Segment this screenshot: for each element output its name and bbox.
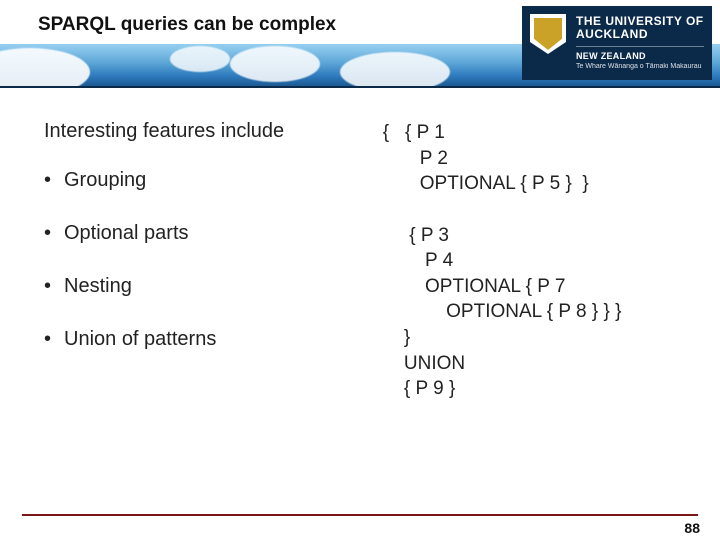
university-logo: THE UNIVERSITY OFAUCKLAND NEW ZEALAND Te… bbox=[522, 6, 712, 80]
list-item: Optional parts bbox=[44, 222, 367, 245]
slide: SPARQL queries can be complex THE UNIVER… bbox=[0, 0, 720, 540]
page-number: 88 bbox=[684, 520, 700, 536]
cloud-decoration bbox=[170, 46, 230, 72]
list-item: Union of patterns bbox=[44, 328, 367, 351]
header: SPARQL queries can be complex THE UNIVER… bbox=[0, 0, 720, 86]
feature-list: Grouping Optional parts Nesting Union of… bbox=[44, 169, 367, 351]
code-block: { { P 1 P 2 OPTIONAL { P 5 } } { P 3 P 4… bbox=[383, 120, 684, 402]
left-column: Interesting features include Grouping Op… bbox=[44, 120, 377, 510]
logo-country: NEW ZEALAND bbox=[576, 51, 704, 61]
right-column: { { P 1 P 2 OPTIONAL { P 5 } } { P 3 P 4… bbox=[377, 120, 684, 510]
intro-text: Interesting features include bbox=[44, 120, 367, 143]
footer-divider bbox=[22, 514, 698, 516]
cloud-decoration bbox=[230, 46, 320, 82]
slide-title: SPARQL queries can be complex bbox=[38, 14, 336, 36]
slide-body: Interesting features include Grouping Op… bbox=[0, 110, 720, 510]
list-item: Nesting bbox=[44, 275, 367, 298]
logo-maori: Te Whare Wānanga o Tāmaki Makaurau bbox=[576, 63, 704, 71]
cloud-decoration bbox=[340, 52, 450, 86]
footer: 88 bbox=[0, 514, 720, 540]
header-underline bbox=[0, 86, 720, 88]
cloud-decoration bbox=[0, 48, 90, 86]
list-item: Grouping bbox=[44, 169, 367, 192]
